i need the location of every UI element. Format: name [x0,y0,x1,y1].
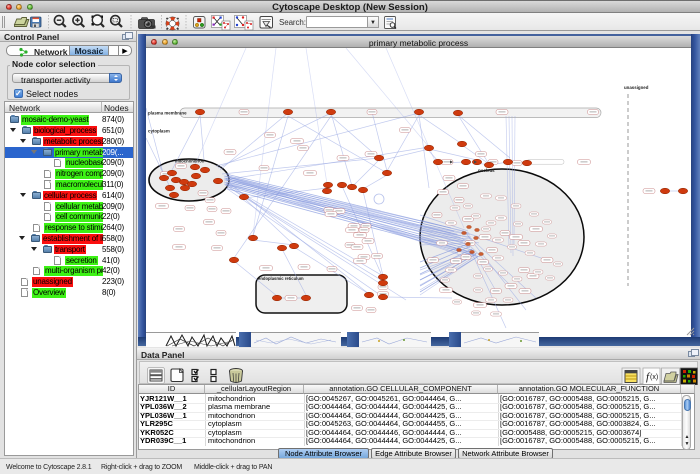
svg-text:endoplasmic reticulum: endoplasmic reticulum [258,276,304,281]
svg-text:unassigned: unassigned [624,85,649,90]
svg-text:nucleus: nucleus [478,168,495,173]
svg-text:mitochondrion: mitochondrion [175,159,205,164]
svg-text:cytoplasm: cytoplasm [148,129,170,134]
svg-text:plasma membrane: plasma membrane [148,111,187,116]
svg-text:(x): (x) [650,374,658,381]
